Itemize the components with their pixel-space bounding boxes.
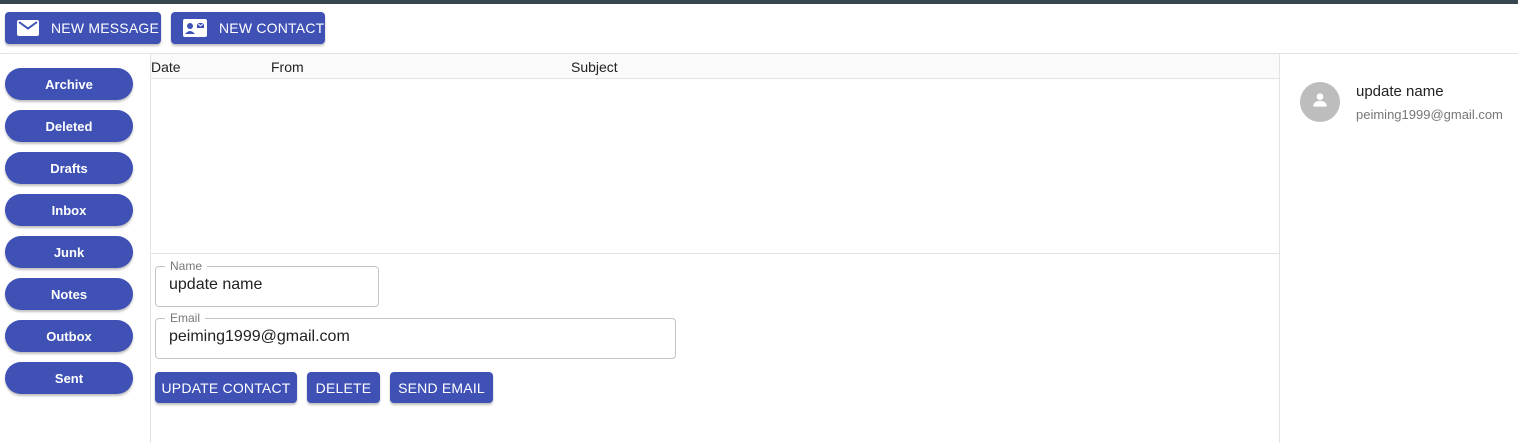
send-email-button[interactable]: SEND EMAIL [390, 372, 493, 403]
mail-icon [17, 20, 39, 36]
person-icon [1310, 90, 1330, 115]
sidebar-item-sent[interactable]: Sent [5, 362, 133, 394]
name-field-label: Name [165, 259, 208, 273]
new-message-button[interactable]: NEW MESSAGE [5, 12, 161, 44]
update-contact-label: UPDATE CONTACT [161, 379, 291, 396]
column-header-from[interactable]: From [271, 59, 304, 75]
delete-label: DELETE [315, 379, 372, 396]
sidebar-item-label: Archive [45, 76, 93, 92]
avatar [1300, 82, 1340, 122]
sidebar-item-label: Inbox [51, 202, 87, 218]
update-contact-button[interactable]: UPDATE CONTACT [155, 372, 297, 403]
toolbar: NEW MESSAGE NEW CONTACT [0, 4, 1518, 54]
sidebar-item-label: Junk [53, 244, 85, 260]
contact-name[interactable]: update name [1356, 83, 1444, 100]
delete-button[interactable]: DELETE [307, 372, 380, 403]
sidebar-item-archive[interactable]: Archive [5, 68, 133, 100]
sidebar-item-inbox[interactable]: Inbox [5, 194, 133, 226]
contact-card-icon [183, 19, 207, 37]
name-input[interactable] [169, 276, 369, 294]
name-field: Name [155, 259, 379, 307]
send-email-label: SEND EMAIL [398, 379, 485, 396]
contact-list-panel: update name peiming1999@gmail.com [1279, 54, 1518, 443]
sidebar-item-drafts[interactable]: Drafts [5, 152, 133, 184]
new-contact-label: NEW CONTACT [219, 20, 325, 36]
sidebar-item-label: Drafts [50, 160, 88, 176]
sidebar-item-notes[interactable]: Notes [5, 278, 133, 310]
email-field-label: Email [165, 311, 206, 325]
sidebar-item-label: Deleted [45, 118, 93, 134]
email-field: Email [155, 311, 676, 359]
sidebar-item-label: Notes [50, 286, 88, 302]
email-input[interactable] [169, 328, 659, 346]
sidebar-item-junk[interactable]: Junk [5, 236, 133, 268]
sidebar-item-deleted[interactable]: Deleted [5, 110, 133, 142]
column-header-date[interactable]: Date [151, 59, 181, 75]
message-list [151, 79, 1279, 254]
column-header-subject[interactable]: Subject [571, 59, 618, 75]
new-message-label: NEW MESSAGE [51, 20, 159, 36]
folder-sidebar: Archive Deleted Drafts Inbox Junk Notes … [0, 54, 151, 443]
sidebar-item-label: Outbox [46, 328, 92, 344]
contact-email: peiming1999@gmail.com [1356, 107, 1503, 122]
sidebar-item-outbox[interactable]: Outbox [5, 320, 133, 352]
sidebar-item-label: Sent [54, 370, 84, 386]
message-list-header: Date From Subject [151, 54, 1279, 79]
new-contact-button[interactable]: NEW CONTACT [171, 12, 325, 44]
